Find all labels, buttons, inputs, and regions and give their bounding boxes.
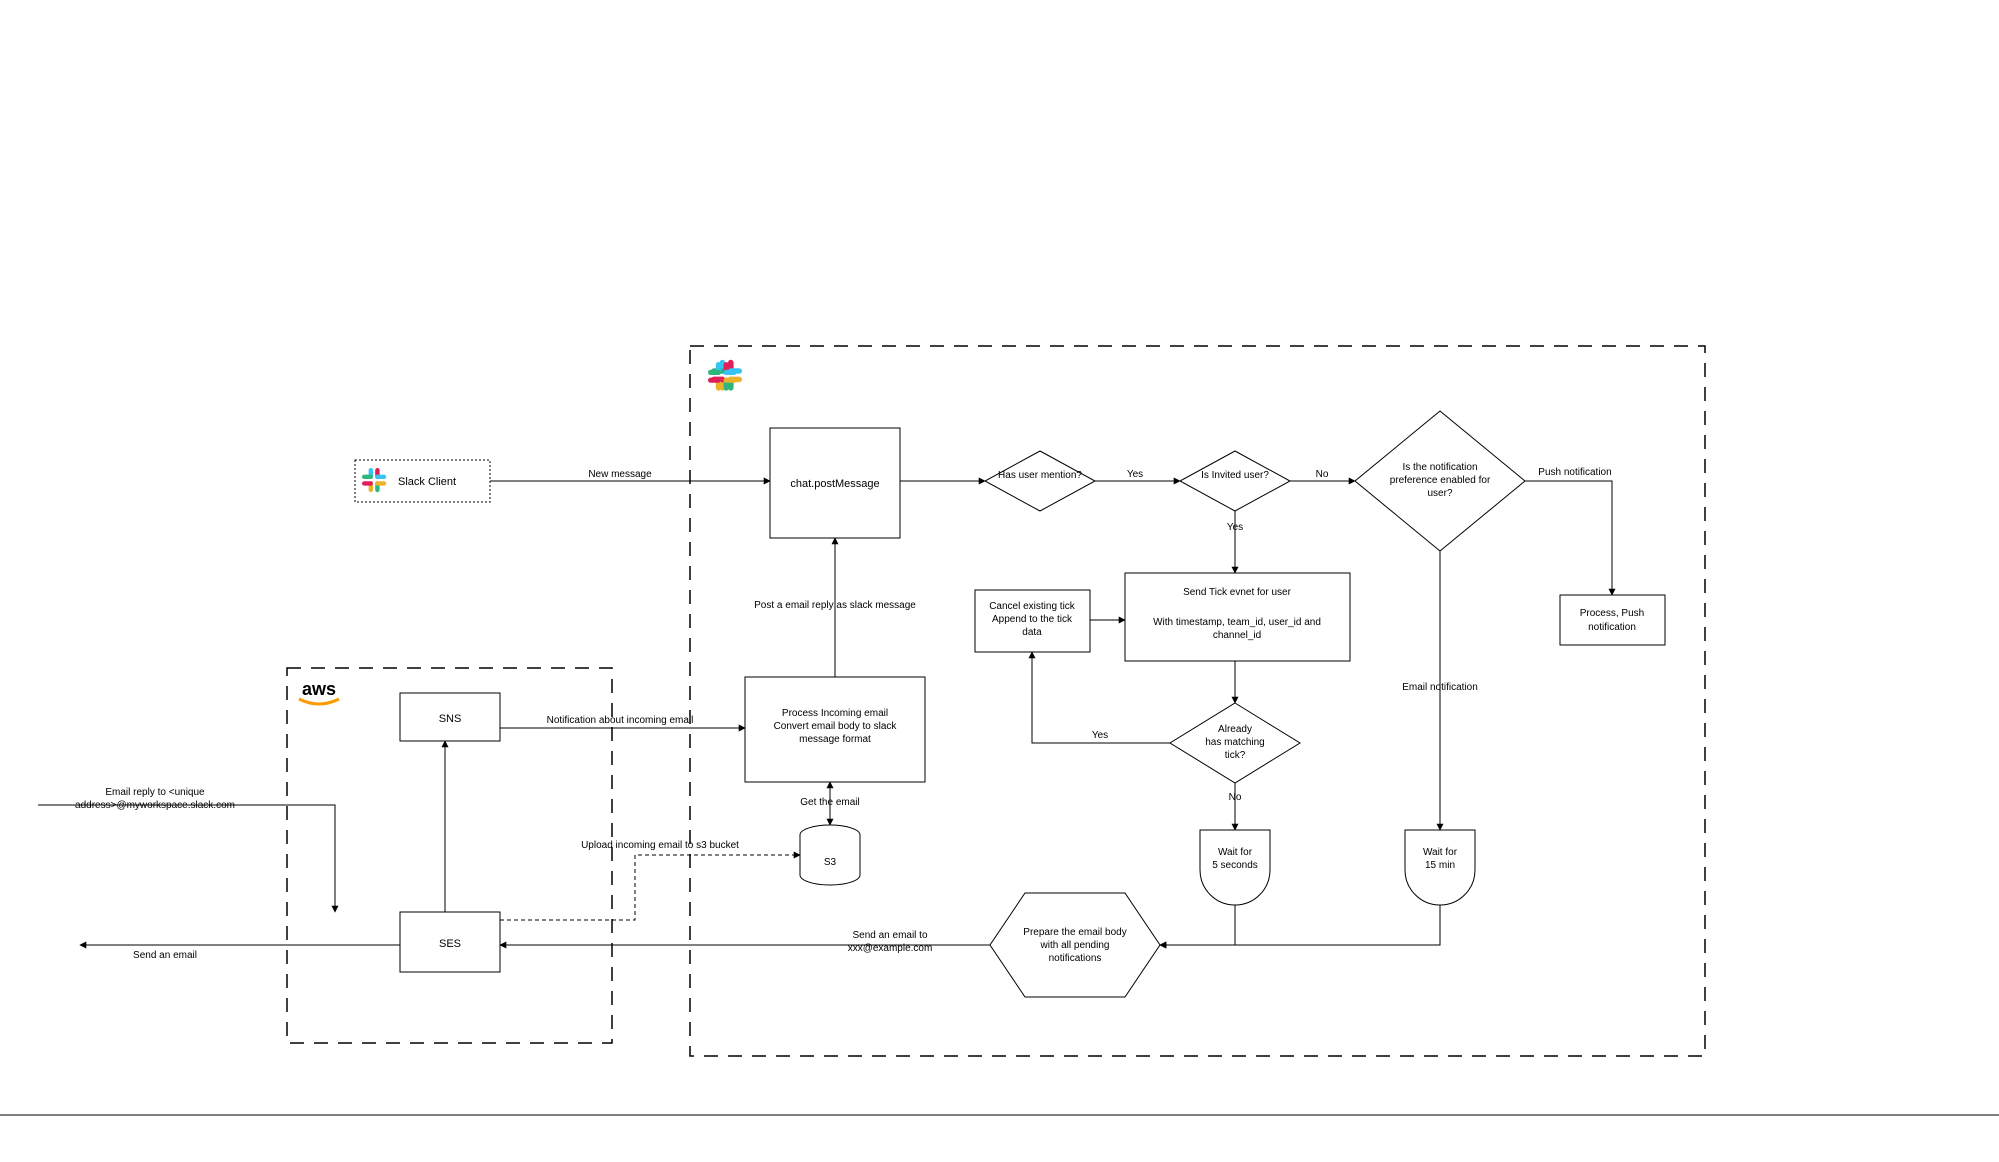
edge-upload-s3-label: Upload incoming email to s3 bucket (581, 840, 739, 851)
cancel-l1: Cancel existing tick (989, 601, 1076, 612)
edge-notif-incoming-label: Notification about incoming email (547, 715, 694, 726)
edge-send-email-to2: xxx@example.com (848, 943, 933, 954)
is-invited-diamond (1180, 451, 1290, 511)
edge-match-yes-label: Yes (1092, 730, 1108, 741)
tick-l2: With timestamp, team_id, user_id and (1153, 617, 1321, 628)
diagram-canvas: Slack Client chat.postMessage Has user m… (0, 0, 1999, 1162)
chat-postmessage-label: chat.postMessage (790, 478, 879, 490)
edge-ses-to-s3 (500, 855, 800, 920)
wait15-l1: Wait for (1423, 847, 1458, 858)
has-mention-label: Has user mention? (998, 470, 1082, 481)
edge-post-reply-label: Post a email reply as slack message (754, 600, 916, 611)
tick-l1: Send Tick evnet for user (1183, 587, 1292, 598)
cancel-l3: data (1022, 627, 1042, 638)
edge-invited-yes-label: Yes (1227, 522, 1243, 533)
edge-wait5-to-prep (1160, 905, 1235, 945)
edge-reply1: Email reply to <unique (105, 787, 205, 798)
edge-invited-no-label: No (1316, 469, 1329, 480)
edge-send-an-email-label: Send an email (133, 950, 197, 961)
tick-l3: channel_id (1213, 630, 1261, 641)
match-l2: has matching (1205, 737, 1264, 748)
cancel-l2: Append to the tick (992, 614, 1073, 625)
match-l3: tick? (1225, 750, 1246, 761)
prep-l1: Prepare the email body (1023, 927, 1126, 938)
process-l3: message format (799, 734, 871, 745)
pref-label-1: Is the notification (1402, 462, 1477, 473)
edge-get-email-label: Get the email (800, 797, 859, 808)
pref-label-3: user? (1427, 488, 1452, 499)
slack-icon (362, 468, 386, 492)
process-l2: Convert email body to slack (774, 721, 898, 732)
aws-label: aws (302, 679, 336, 699)
s3-cylinder: S3 (800, 825, 860, 885)
is-invited-label: Is Invited user? (1201, 470, 1269, 481)
edge-wait15-to-prep (1160, 905, 1440, 945)
pref-label-2: preference enabled for (1390, 475, 1491, 486)
edge-send-email-to1: Send an email to (852, 930, 927, 941)
aws-smile-icon (299, 699, 339, 704)
wait15-l2: 15 min (1425, 860, 1455, 871)
edge-new-message-label: New message (588, 469, 652, 480)
sns-label: SNS (439, 713, 462, 725)
prep-l3: notifications (1049, 953, 1102, 964)
push-box (1560, 595, 1665, 645)
ses-label: SES (439, 938, 461, 950)
match-l1: Already (1218, 724, 1252, 735)
push-label-2: notification (1588, 622, 1636, 633)
edge-push-label: Push notification (1538, 467, 1611, 478)
s3-label: S3 (824, 857, 837, 868)
prep-l2: with all pending (1040, 940, 1110, 951)
edge-mention-yes-label: Yes (1127, 469, 1143, 480)
process-l1: Process Incoming email (782, 708, 888, 719)
slack-client-label: Slack Client (398, 476, 456, 488)
edge-reply2: address>@myworkspace.slack.com (75, 800, 235, 811)
push-label-1: Process, Push (1580, 608, 1644, 619)
wait5-l1: Wait for (1218, 847, 1253, 858)
wait5-l2: 5 seconds (1212, 860, 1258, 871)
edge-push (1525, 481, 1612, 595)
edge-reply-in (38, 805, 335, 912)
has-mention-diamond (985, 451, 1095, 511)
edge-email-notif-label: Email notification (1402, 682, 1478, 693)
edge-match-no-label: No (1229, 792, 1242, 803)
